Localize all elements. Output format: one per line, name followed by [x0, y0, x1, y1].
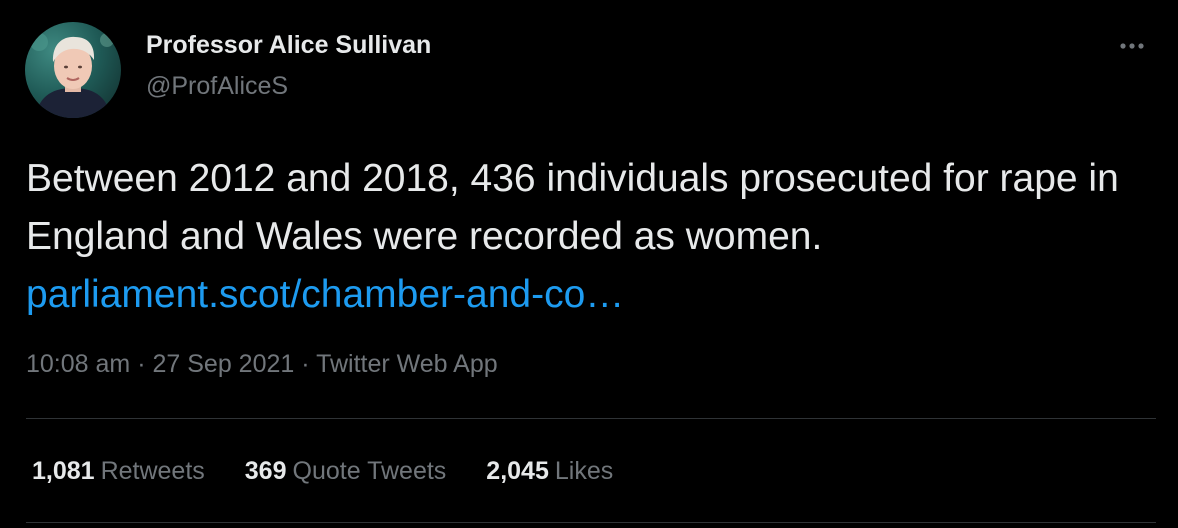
tweet-source[interactable]: Twitter Web App	[316, 350, 498, 378]
more-options-button[interactable]	[1110, 28, 1154, 64]
tweet-card: Professor Alice Sullivan @ProfAliceS Bet…	[0, 0, 1178, 528]
avatar[interactable]	[25, 22, 121, 118]
more-horizontal-icon	[1120, 43, 1144, 49]
quote-tweets-stat[interactable]: 369 Quote Tweets	[245, 455, 447, 487]
avatar-image	[25, 22, 121, 118]
author-handle[interactable]: @ProfAliceS	[146, 70, 288, 102]
quote-tweets-count: 369	[244, 457, 287, 485]
likes-label: Likes	[554, 457, 614, 485]
tweet-text: Between 2012 and 2018, 436 individuals p…	[26, 150, 1146, 324]
retweets-stat[interactable]: 1,081 Retweets	[32, 455, 205, 487]
divider	[26, 522, 1156, 523]
tweet-time[interactable]: 10:08 am	[26, 350, 130, 378]
meta-separator: ·	[137, 350, 146, 378]
retweets-count: 1,081	[32, 457, 95, 485]
meta-separator: ·	[301, 350, 310, 378]
tweet-body: Between 2012 and 2018, 436 individuals p…	[26, 157, 1119, 258]
tweet-link[interactable]: parliament.scot/chamber-and-co…	[26, 273, 624, 316]
quote-tweets-label: Quote Tweets	[292, 457, 447, 485]
likes-stat[interactable]: 2,045 Likes	[486, 455, 613, 487]
engagement-stats: 1,081 Retweets 369 Quote Tweets 2,045 Likes	[32, 455, 613, 487]
divider	[26, 418, 1156, 419]
author-display-name[interactable]: Professor Alice Sullivan	[146, 29, 431, 61]
likes-count: 2,045	[486, 457, 549, 485]
retweets-label: Retweets	[100, 457, 205, 485]
tweet-metadata: 10:08 am · 27 Sep 2021 · Twitter Web App	[26, 348, 498, 380]
tweet-date[interactable]: 27 Sep 2021	[152, 350, 294, 378]
